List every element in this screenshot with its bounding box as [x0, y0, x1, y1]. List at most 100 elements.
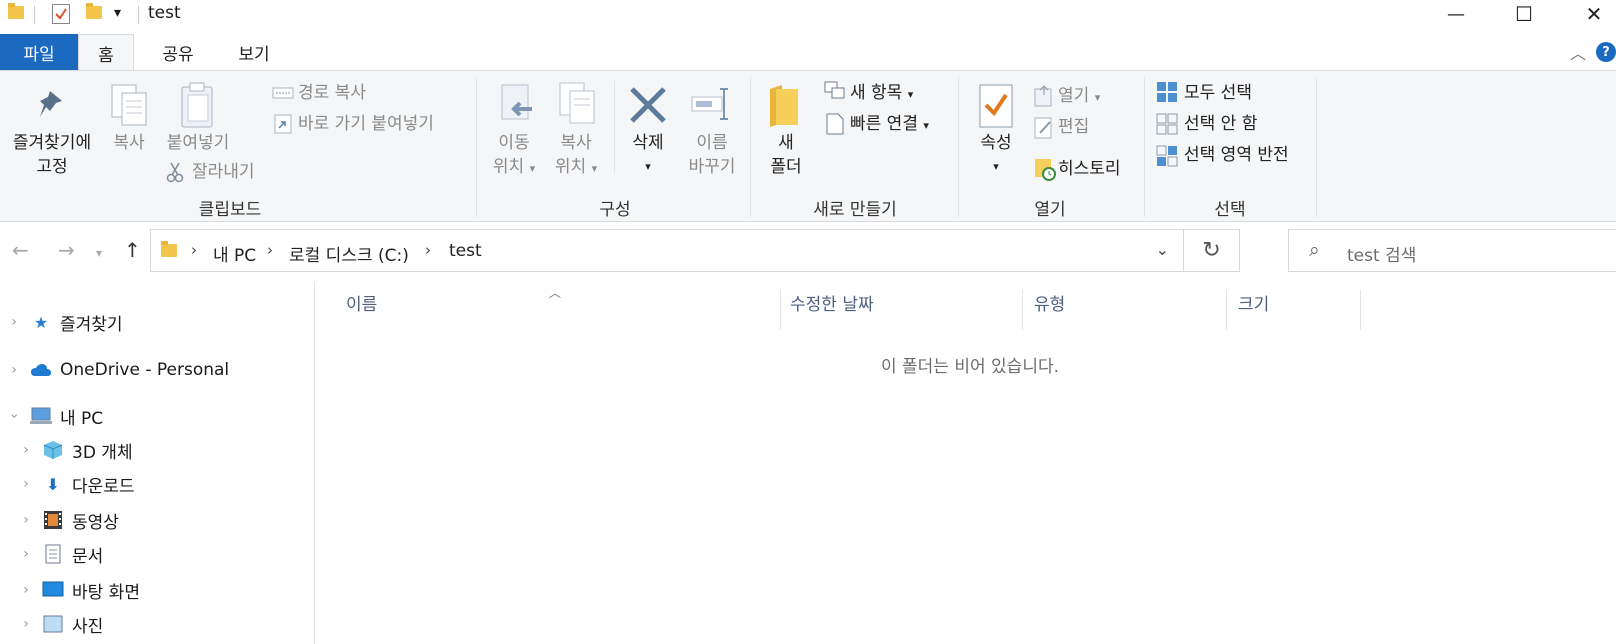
column-header-label: 이름	[346, 295, 378, 315]
paste-button[interactable]: 붙여넣기	[158, 131, 238, 155]
open-button[interactable]: 열기 ▾	[1058, 84, 1100, 110]
nav-item-documents[interactable]: › 문서	[20, 540, 103, 568]
refresh-icon[interactable]: ↻	[1183, 230, 1239, 271]
cut-button[interactable]: 잘라내기	[192, 160, 255, 184]
paste-icon	[178, 81, 218, 136]
folder-icon	[8, 3, 24, 19]
expand-chevron-icon[interactable]: ›	[20, 476, 32, 492]
nav-item-videos[interactable]: › 동영상	[20, 506, 119, 534]
new-item-label: 새 항목	[850, 83, 903, 103]
column-header-size[interactable]: 크기	[1238, 290, 1358, 330]
breadcrumb-this-pc[interactable]: 내 PC	[213, 241, 256, 266]
expand-chevron-icon[interactable]: ›	[8, 314, 20, 330]
column-header-label: 유형	[1034, 295, 1066, 315]
tab-view[interactable]: 보기	[222, 34, 286, 70]
forward-arrow-icon[interactable]: →	[58, 238, 75, 262]
select-none-button[interactable]: 선택 안 함	[1184, 112, 1257, 136]
collapse-chevron-icon[interactable]: ›	[6, 410, 22, 422]
tab-file[interactable]: 파일	[0, 34, 78, 70]
maximize-button[interactable]: ☐	[1490, 0, 1558, 28]
star-icon: ★	[33, 312, 49, 332]
nav-item-pictures[interactable]: › 사진	[20, 610, 103, 638]
column-header-type[interactable]: 유형	[1034, 290, 1224, 330]
quick-access-dropdown-icon[interactable]: ▾	[114, 5, 121, 21]
expand-chevron-icon[interactable]: ›	[20, 546, 32, 562]
navigation-pane: › ★ 즐겨찾기 › OneDrive - Personal › 내 PC › …	[0, 282, 315, 644]
recent-locations-icon[interactable]: ▾	[96, 246, 102, 260]
paste-shortcut-button[interactable]: 바로 가기 붙여넣기	[298, 112, 434, 136]
open-label: 열기	[1058, 86, 1090, 106]
edit-icon	[1034, 117, 1054, 144]
history-button[interactable]: 히스토리	[1058, 157, 1121, 181]
easy-access-button[interactable]: 빠른 연결 ▾	[850, 112, 929, 138]
new-folder-button[interactable]: 새 폴더	[756, 131, 816, 179]
column-header-name[interactable]: 이름	[346, 290, 780, 330]
breadcrumb-separator-icon[interactable]: ›	[267, 241, 273, 259]
back-arrow-icon[interactable]: ←	[12, 238, 29, 262]
properties-quick-icon[interactable]	[52, 4, 70, 24]
move-label-line1: 이동	[498, 133, 530, 153]
copy-path-button[interactable]: 경로 복사	[298, 81, 366, 105]
copy-to-button[interactable]: 복사 위치 ▾	[546, 131, 606, 181]
tab-share[interactable]: 공유	[146, 34, 210, 70]
move-to-button[interactable]: 이동 위치 ▾	[484, 131, 544, 181]
new-item-icon	[824, 81, 846, 106]
expand-chevron-icon[interactable]: ›	[20, 442, 32, 458]
nav-item-label: 다운로드	[72, 476, 135, 497]
delete-label: 삭제	[632, 133, 664, 153]
nav-item-quick-access[interactable]: › ★ 즐겨찾기	[8, 308, 123, 336]
invert-selection-icon	[1156, 145, 1178, 172]
select-all-button[interactable]: 모두 선택	[1184, 81, 1252, 105]
search-icon: ⌕	[1309, 239, 1320, 261]
breadcrumb-separator-icon[interactable]: ›	[191, 241, 197, 259]
nav-item-this-pc[interactable]: › 내 PC	[6, 402, 104, 430]
column-header-label: 크기	[1238, 295, 1270, 315]
nav-item-3d-objects[interactable]: › 3D 개체	[20, 436, 133, 464]
properties-label: 속성	[980, 133, 1012, 153]
address-bar[interactable]: › 내 PC › 로컬 디스크 (C:) › test ⌄ ↻	[150, 229, 1240, 272]
select-all-icon	[1156, 81, 1178, 108]
rename-button[interactable]: 이름 바꾸기	[676, 131, 748, 179]
new-folder-quick-icon[interactable]	[86, 3, 102, 19]
breadcrumb-separator-icon[interactable]: ›	[425, 241, 431, 259]
delete-button[interactable]: 삭제 ▾	[620, 131, 676, 179]
collapse-ribbon-icon[interactable]: ︿	[1570, 40, 1586, 64]
nav-item-label: 문서	[72, 546, 104, 567]
pin-icon	[36, 87, 68, 128]
pin-to-quick-access-button[interactable]: 즐겨찾기에 고정	[2, 131, 102, 179]
address-row: ← → ▾ ↑ › 내 PC › 로컬 디스크 (C:) › test ⌄ ↻ …	[0, 226, 1616, 276]
column-header-label: 수정한 날짜	[790, 295, 874, 315]
download-icon: ⬇	[46, 474, 60, 494]
properties-button[interactable]: 속성 ▾	[966, 131, 1026, 179]
expand-chevron-icon[interactable]: ›	[20, 582, 32, 598]
breadcrumb-test[interactable]: test	[449, 241, 482, 261]
easy-access-label: 빠른 연결	[850, 114, 918, 134]
close-button[interactable]: ✕	[1560, 0, 1616, 28]
expand-chevron-icon[interactable]: ›	[20, 616, 32, 632]
search-input[interactable]: ⌕ test 검색	[1288, 229, 1616, 272]
invert-selection-button[interactable]: 선택 영역 반전	[1184, 143, 1289, 167]
help-icon[interactable]: ?	[1596, 42, 1616, 62]
new-folder-label-line2: 폴더	[770, 157, 802, 177]
clipboard-group-label: 클립보드	[198, 200, 262, 220]
edit-button[interactable]: 편집	[1058, 115, 1089, 139]
address-dropdown-icon[interactable]: ⌄	[1156, 240, 1169, 259]
column-header-date-modified[interactable]: 수정한 날짜	[790, 290, 1020, 330]
tab-home[interactable]: 홈	[78, 34, 134, 71]
nav-item-label: 즐겨찾기	[60, 314, 123, 335]
nav-item-label: 내 PC	[60, 408, 104, 429]
nav-item-downloads[interactable]: › ⬇ 다운로드	[20, 470, 135, 498]
desktop-icon	[42, 580, 64, 600]
title-bar: ▾ test — ☐ ✕	[0, 0, 1616, 30]
new-item-button[interactable]: 새 항목 ▾	[850, 81, 913, 107]
nav-item-label: 3D 개체	[72, 442, 133, 463]
scissors-icon	[166, 161, 184, 188]
new-group-label: 새로 만들기	[813, 200, 897, 220]
nav-item-desktop[interactable]: › 바탕 화면	[20, 576, 140, 604]
breadcrumb-local-disk[interactable]: 로컬 디스크 (C:)	[289, 241, 409, 266]
minimize-button[interactable]: —	[1422, 0, 1490, 28]
nav-item-label: 바탕 화면	[72, 582, 140, 603]
up-arrow-icon[interactable]: ↑	[124, 238, 141, 262]
copy-button[interactable]: 복사	[104, 131, 154, 155]
expand-chevron-icon[interactable]: ›	[20, 512, 32, 528]
